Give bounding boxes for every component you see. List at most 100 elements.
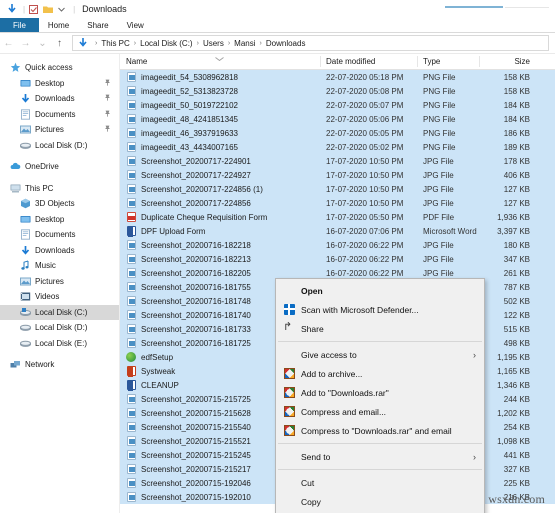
sidebar-item-videos[interactable]: Videos [0, 289, 119, 305]
column-header-type[interactable]: Type [417, 57, 479, 66]
menu-item-compress-and-email[interactable]: Compress and email... [276, 402, 484, 421]
ribbon-tab-share[interactable]: Share [78, 18, 117, 32]
file-name-cell[interactable]: Screenshot_20200716-182205 [120, 268, 320, 279]
file-name-cell[interactable]: Screenshot_20200717-224856 (1) [120, 184, 320, 195]
image-file-icon [126, 128, 136, 139]
sidebar-item-desktop[interactable]: Desktop [0, 212, 119, 228]
sidebar-item-label: This PC [25, 183, 54, 193]
downloads-arrow-icon[interactable] [6, 4, 17, 15]
menu-item-add-to-archive[interactable]: Add to archive... [276, 364, 484, 383]
table-row[interactable]: Screenshot_20200716-182213 16-07-2020 06:… [120, 252, 555, 266]
menu-item-send-to[interactable]: Send to › [276, 447, 484, 466]
menu-item-open[interactable]: Open [276, 281, 484, 300]
sidebar-item-documents[interactable]: Documents [0, 107, 119, 123]
sidebar-item-local-disk-c[interactable]: Local Disk (C:) [0, 304, 119, 320]
up-button[interactable]: ↑ [51, 38, 68, 49]
file-name-cell[interactable]: imageedit_52_5313823728 [120, 86, 320, 97]
file-name-cell[interactable]: Screenshot_20200717-224901 [120, 156, 320, 167]
menu-item-scan-with-microsoft-defender[interactable]: Scan with Microsoft Defender... [276, 300, 484, 319]
sidebar-item-this-pc[interactable]: This PC [0, 181, 119, 197]
sidebar-item-onedrive[interactable]: OneDrive [0, 159, 119, 175]
file-name-cell[interactable]: imageedit_46_3937919633 [120, 128, 320, 139]
table-row[interactable]: Duplicate Cheque Requisition Form 17-07-2… [120, 210, 555, 224]
breadcrumb-item-mansi[interactable]: Mansi [234, 39, 255, 48]
pin-icon[interactable] [104, 110, 111, 119]
menu-item-compress-to-downloads-rar-and-email[interactable]: Compress to "Downloads.rar" and email [276, 421, 484, 440]
table-row[interactable]: imageedit_54_5308962818 22-07-2020 05:18 … [120, 70, 555, 84]
file-type-cell: PNG File [423, 100, 456, 110]
column-divider[interactable] [417, 56, 418, 67]
column-header-size[interactable]: Size [479, 57, 539, 66]
table-row[interactable]: imageedit_52_5313823728 22-07-2020 05:08 … [120, 84, 555, 98]
menu-item-give-access-to[interactable]: Give access to › [276, 345, 484, 364]
sidebar-item-pictures[interactable]: Pictures [0, 274, 119, 290]
table-row[interactable]: Screenshot_20200717-224927 17-07-2020 10:… [120, 168, 555, 182]
file-name-cell[interactable]: DPF Upload Form [120, 226, 320, 237]
file-name-cell[interactable]: Screenshot_20200716-182213 [120, 254, 320, 265]
file-name-cell[interactable]: imageedit_50_5019722102 [120, 100, 320, 111]
pin-icon[interactable] [104, 79, 111, 88]
table-row[interactable]: Screenshot_20200716-182218 16-07-2020 06:… [120, 238, 555, 252]
file-name-cell[interactable]: Screenshot_20200717-224927 [120, 170, 320, 181]
file-name-cell[interactable]: imageedit_43_4434007165 [120, 142, 320, 153]
menu-item-label: Copy [301, 496, 321, 507]
sidebar-item-music[interactable]: Music [0, 258, 119, 274]
column-divider[interactable] [479, 56, 480, 67]
file-name-cell[interactable]: Screenshot_20200717-224856 [120, 198, 320, 209]
table-row[interactable]: imageedit_46_3937919633 22-07-2020 05:05 … [120, 126, 555, 140]
table-row[interactable]: Screenshot_20200717-224856 17-07-2020 10:… [120, 196, 555, 210]
column-header-date[interactable]: Date modified [320, 57, 417, 66]
table-row[interactable]: imageedit_43_4434007165 22-07-2020 05:02 … [120, 140, 555, 154]
table-row[interactable]: imageedit_50_5019722102 22-07-2020 05:07 … [120, 98, 555, 112]
sidebar-item-quick-access[interactable]: Quick access [0, 60, 119, 76]
ribbon-tab-view[interactable]: View [118, 18, 153, 32]
file-size-cell: 347 KB [503, 254, 530, 264]
recent-locations-button[interactable]: ⌄ [34, 38, 51, 49]
sidebar-item-local-disk-e[interactable]: Local Disk (E:) [0, 336, 119, 352]
file-name-text: Screenshot_20200717-224901 [141, 156, 251, 166]
folder-icon[interactable] [42, 4, 53, 15]
breadcrumb-item-local-disk-c[interactable]: Local Disk (C:) [140, 39, 192, 48]
table-row[interactable]: imageedit_48_4241851345 22-07-2020 05:06 … [120, 112, 555, 126]
sidebar-item-label: Desktop [35, 214, 65, 224]
sidebar-item-label: Videos [35, 292, 60, 302]
breadcrumb-item-this-pc[interactable]: This PC [101, 39, 129, 48]
file-name-cell[interactable]: Screenshot_20200716-182218 [120, 240, 320, 251]
table-row[interactable]: DPF Upload Form 16-07-2020 07:06 PM Micros… [120, 224, 555, 238]
ribbon-tab-home[interactable]: Home [39, 18, 78, 32]
properties-check-icon[interactable] [28, 4, 39, 15]
pin-icon[interactable] [104, 94, 111, 103]
file-name-cell[interactable]: Duplicate Cheque Requisition Form [120, 212, 320, 223]
context-menu[interactable]: Open Scan with Microsoft Defender... Share… [275, 278, 485, 513]
menu-item-cut[interactable]: Cut [276, 473, 484, 492]
sidebar-item-3d-objects[interactable]: 3D Objects [0, 196, 119, 212]
back-button[interactable]: ← [0, 38, 17, 49]
sidebar-item-pictures[interactable]: Pictures [0, 122, 119, 138]
column-header-row[interactable]: Name Date modified Type Size [120, 54, 555, 70]
chevron-down-icon[interactable] [56, 4, 67, 15]
table-row[interactable]: Screenshot_20200717-224901 17-07-2020 10:… [120, 154, 555, 168]
sidebar-item-downloads[interactable]: Downloads [0, 243, 119, 259]
pin-icon[interactable] [104, 125, 111, 134]
sidebar-item-local-disk-d[interactable]: Local Disk (D:) [0, 138, 119, 154]
navigation-pane[interactable]: Quick access Desktop Downloads Documents Pic… [0, 54, 120, 513]
menu-item-share[interactable]: Share [276, 319, 484, 338]
sidebar-item-desktop[interactable]: Desktop [0, 76, 119, 92]
sidebar-item-downloads[interactable]: Downloads [0, 91, 119, 107]
file-name-cell[interactable]: imageedit_48_4241851345 [120, 114, 320, 125]
sidebar-item-network[interactable]: Network [0, 357, 119, 373]
column-divider[interactable] [320, 56, 321, 67]
sidebar-item-documents[interactable]: Documents [0, 227, 119, 243]
menu-item-add-to-downloads-rar[interactable]: Add to "Downloads.rar" [276, 383, 484, 402]
table-row[interactable]: Screenshot_20200717-224856 (1) 17-07-2020… [120, 182, 555, 196]
breadcrumb-item-downloads[interactable]: Downloads [266, 39, 306, 48]
ribbon-tab-file[interactable]: File [0, 18, 39, 32]
breadcrumb-item-users[interactable]: Users [203, 39, 224, 48]
sidebar-item-local-disk-d[interactable]: Local Disk (D:) [0, 320, 119, 336]
breadcrumb[interactable]: › This PC › Local Disk (C:) › Users › Mansi › Dow… [72, 35, 549, 51]
file-list-pane[interactable]: Name Date modified Type Size imageedit_54_5… [120, 54, 555, 513]
file-name-cell[interactable]: imageedit_54_5308962818 [120, 72, 320, 83]
menu-item-copy[interactable]: Copy [276, 492, 484, 511]
file-size-cell: 184 KB [503, 100, 530, 110]
forward-button[interactable]: → [17, 38, 34, 49]
